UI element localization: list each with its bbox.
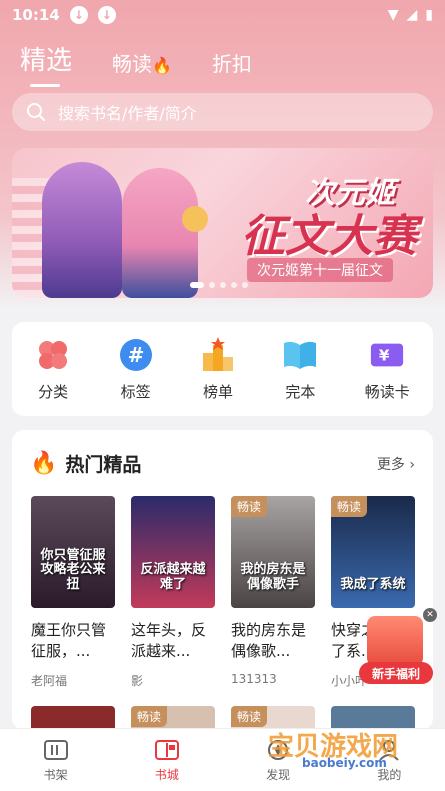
unlimited-read-tag: 畅读: [231, 706, 268, 727]
section-header: 🔥 热门精品: [30, 450, 141, 477]
pagination-dot[interactable]: [231, 282, 237, 288]
book-author: 131313: [231, 672, 277, 686]
shortcut-rankings[interactable]: 榜单: [200, 336, 236, 402]
banner-character-illustration: [122, 168, 198, 298]
book-icon: [154, 739, 179, 760]
battery-icon: ▮: [425, 7, 433, 23]
newbie-gift-float[interactable]: 新手福利 ✕: [359, 608, 437, 690]
section-title: 热门精品: [65, 454, 142, 476]
nav-bookshelf[interactable]: 书架: [26, 738, 86, 783]
banner-mascot-illustration: [182, 206, 208, 232]
unlimited-read-tag: 畅读: [131, 706, 168, 727]
pagination-dot[interactable]: [220, 282, 226, 288]
banner-title: 征文大赛: [241, 211, 417, 262]
yen-card-icon: ¥: [369, 337, 405, 373]
shortcut-completed[interactable]: 完本: [282, 337, 318, 402]
shortcut-tags[interactable]: # 标签: [118, 337, 154, 402]
search-input[interactable]: 搜索书名/作者/简介: [12, 93, 433, 131]
banner-subtitle: 次元姬第十一届征文: [247, 258, 393, 282]
pagination-dot[interactable]: [242, 282, 248, 288]
download-icon: ↓: [69, 6, 88, 24]
wifi-icon: ▼: [387, 7, 399, 23]
watermark-url: baobeiy.com: [302, 756, 387, 770]
book-author: 影: [131, 674, 144, 688]
nav-bookstore[interactable]: 书城: [137, 738, 197, 783]
open-book-icon: [282, 337, 318, 373]
pagination-dot[interactable]: [209, 282, 215, 288]
banner-pagination: [190, 282, 248, 288]
gift-box-icon: [367, 616, 423, 666]
book-title: 这年头，反派越来...: [131, 621, 207, 660]
status-bar: 10:14 ↓ ↓ ▼ ◢ ▮: [0, 0, 445, 30]
category-shortcuts: 分类 # 标签 榜单 完本 ¥ 畅读卡: [12, 322, 433, 416]
book-list: 你只管征服 攻略老公来扭 魔王你只管征服，... 老阿福 反派越来越难了 这年头…: [31, 496, 415, 689]
newbie-gift-label: 新手福利: [359, 662, 433, 684]
book-cover: 反派越来越难了: [131, 496, 215, 608]
close-icon[interactable]: ✕: [423, 608, 437, 622]
banner-character-illustration: [42, 162, 122, 298]
book-author: 老阿福: [31, 674, 68, 688]
svg-text:#: #: [127, 343, 144, 367]
pagination-dot[interactable]: [190, 282, 204, 288]
fire-icon: 🔥: [30, 451, 58, 476]
book-title: 我的房东是偶像歌...: [231, 621, 307, 660]
shortcut-category[interactable]: 分类: [35, 337, 71, 402]
book-title: 魔王你只管征服，...: [31, 621, 107, 660]
bookshelf-icon: [43, 739, 68, 760]
book-cover: 畅读 我的房东是偶像歌手: [231, 496, 315, 608]
top-tabs: 精选 畅读🔥 折扣: [20, 40, 252, 89]
promo-banner[interactable]: 次元姬 征文大赛 次元姬第十一届征文: [12, 148, 433, 298]
shortcut-reading-card[interactable]: ¥ 畅读卡: [365, 337, 410, 402]
book-cover: 畅读 我成了系统: [331, 496, 415, 608]
book-card[interactable]: 畅读 我的房东是偶像歌手 我的房东是偶像歌... 131313: [231, 496, 315, 689]
podium-icon: [200, 336, 236, 373]
book-card[interactable]: 反派越来越难了 这年头，反派越来... 影: [131, 496, 215, 689]
more-link[interactable]: 更多 ›: [377, 454, 415, 474]
unlimited-read-tag: 畅读: [231, 496, 268, 517]
hashtag-icon: #: [118, 337, 154, 373]
search-placeholder: 搜索书名/作者/简介: [58, 104, 197, 123]
clover-icon: [35, 337, 71, 373]
signal-icon: ◢: [406, 7, 418, 23]
tab-discount[interactable]: 折扣: [212, 48, 252, 89]
unlimited-read-tag: 畅读: [331, 496, 368, 517]
svg-text:¥: ¥: [379, 346, 390, 364]
chevron-right-icon: ›: [409, 457, 415, 473]
book-cover: 你只管征服 攻略老公来扭: [31, 496, 115, 608]
tab-unlimited-read[interactable]: 畅读🔥: [112, 48, 172, 89]
fire-icon: 🔥: [152, 56, 172, 75]
status-time: 10:14: [12, 6, 60, 24]
search-icon: [27, 103, 45, 121]
download-icon: ↓: [97, 6, 116, 24]
tab-featured[interactable]: 精选: [20, 40, 72, 89]
book-card[interactable]: 你只管征服 攻略老公来扭 魔王你只管征服，... 老阿福: [31, 496, 115, 689]
